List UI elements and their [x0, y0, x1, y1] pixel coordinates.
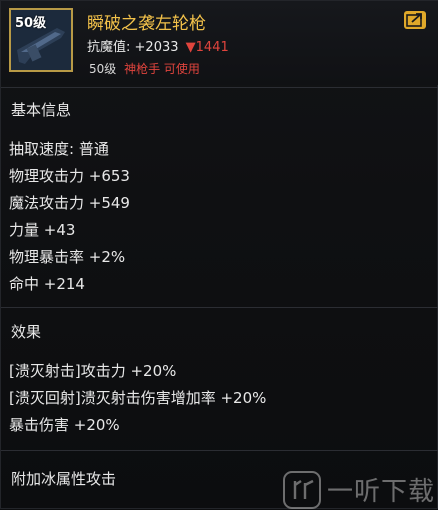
- effect-line: [溃灭射击]攻击力 +20%: [9, 362, 177, 380]
- divider: [1, 450, 438, 451]
- watermark-logo-icon: [283, 470, 321, 509]
- basic-info-line: 命中 +214: [9, 275, 85, 293]
- extra-attack-title: 附加冰属性攻击: [11, 470, 117, 488]
- watermark: 一听下载: [283, 469, 438, 510]
- basic-info-title: 基本信息: [11, 101, 72, 119]
- watermark-text: 一听下载: [327, 477, 436, 507]
- effect-line: [溃灭回射]溃灭射击伤害增加率 +20%: [9, 389, 267, 407]
- anti-magic-stat: 抗魔值: +2033 ▼1441: [87, 36, 229, 55]
- divider: [1, 87, 438, 88]
- basic-info-line: 物理暴击率 +2%: [9, 248, 126, 266]
- basic-info-line: 力量 +43: [9, 221, 76, 239]
- item-name: 瞬破之袭左轮枪: [87, 14, 206, 34]
- stat-label: 抗魔值:: [87, 40, 131, 55]
- item-level-badge: 50级: [15, 16, 47, 31]
- required-class: 神枪手 可使用: [124, 62, 200, 76]
- item-icon-frame: 50级: [9, 8, 73, 72]
- tooltip-header: 50级 瞬破之袭左轮枪 抗魔值: +2033 ▼1441 50级 神枪手 可使用: [1, 1, 438, 85]
- basic-info-line: 抽取速度: 普通: [9, 140, 109, 158]
- stat-diff: ▼1441: [185, 40, 229, 55]
- effect-title: 效果: [11, 323, 42, 341]
- basic-info-line: 物理攻击力 +653: [9, 167, 130, 185]
- requirement-line: 50级 神枪手 可使用: [89, 60, 200, 77]
- item-tooltip: 50级 瞬破之袭左轮枪 抗魔值: +2033 ▼1441 50级 神枪手 可使用…: [0, 0, 438, 509]
- basic-info-line: 魔法攻击力 +549: [9, 194, 130, 212]
- effect-line: 暴击伤害 +20%: [9, 416, 120, 434]
- stat-value: +2033: [134, 40, 179, 55]
- divider: [1, 307, 438, 308]
- required-level: 50级: [89, 62, 117, 76]
- share-icon[interactable]: [403, 10, 427, 30]
